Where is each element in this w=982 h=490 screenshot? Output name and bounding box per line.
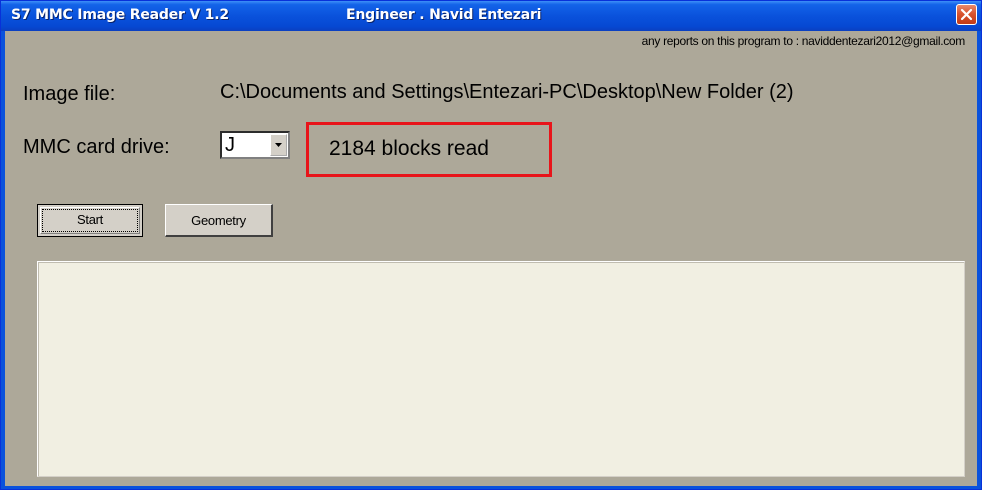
window-title: S7 MMC Image Reader V 1.2 [11, 7, 229, 23]
window-frame-left [1, 31, 5, 489]
reports-contact-text: any reports on this program to : navidde… [641, 34, 966, 48]
mmc-drive-label: MMC card drive: [23, 136, 170, 158]
image-file-label: Image file: [23, 83, 116, 105]
window-frame-bottom [1, 486, 981, 489]
close-icon [960, 8, 973, 21]
close-button[interactable] [956, 4, 977, 25]
start-button-label: Start [77, 212, 103, 227]
image-file-path: C:\Documents and Settings\Entezari-PC\De… [220, 81, 794, 103]
mmc-drive-select[interactable]: J [220, 131, 290, 159]
app-window: S7 MMC Image Reader V 1.2 Engineer . Nav… [0, 0, 982, 490]
geometry-button[interactable]: Geometry [165, 204, 273, 237]
chevron-down-icon [275, 143, 282, 147]
geometry-button-label: Geometry [191, 213, 246, 228]
status-highlight: 2184 blocks read [306, 122, 552, 177]
engineer-credit: Engineer . Navid Entezari [346, 7, 542, 23]
mmc-drive-value: J [225, 134, 235, 156]
status-text: 2184 blocks read [329, 137, 489, 160]
output-text-area[interactable] [37, 261, 965, 477]
title-bar[interactable]: S7 MMC Image Reader V 1.2 Engineer . Nav… [1, 1, 981, 31]
start-button[interactable]: Start [37, 204, 143, 237]
drive-dropdown-button[interactable] [270, 134, 287, 156]
window-frame-right [977, 31, 981, 489]
